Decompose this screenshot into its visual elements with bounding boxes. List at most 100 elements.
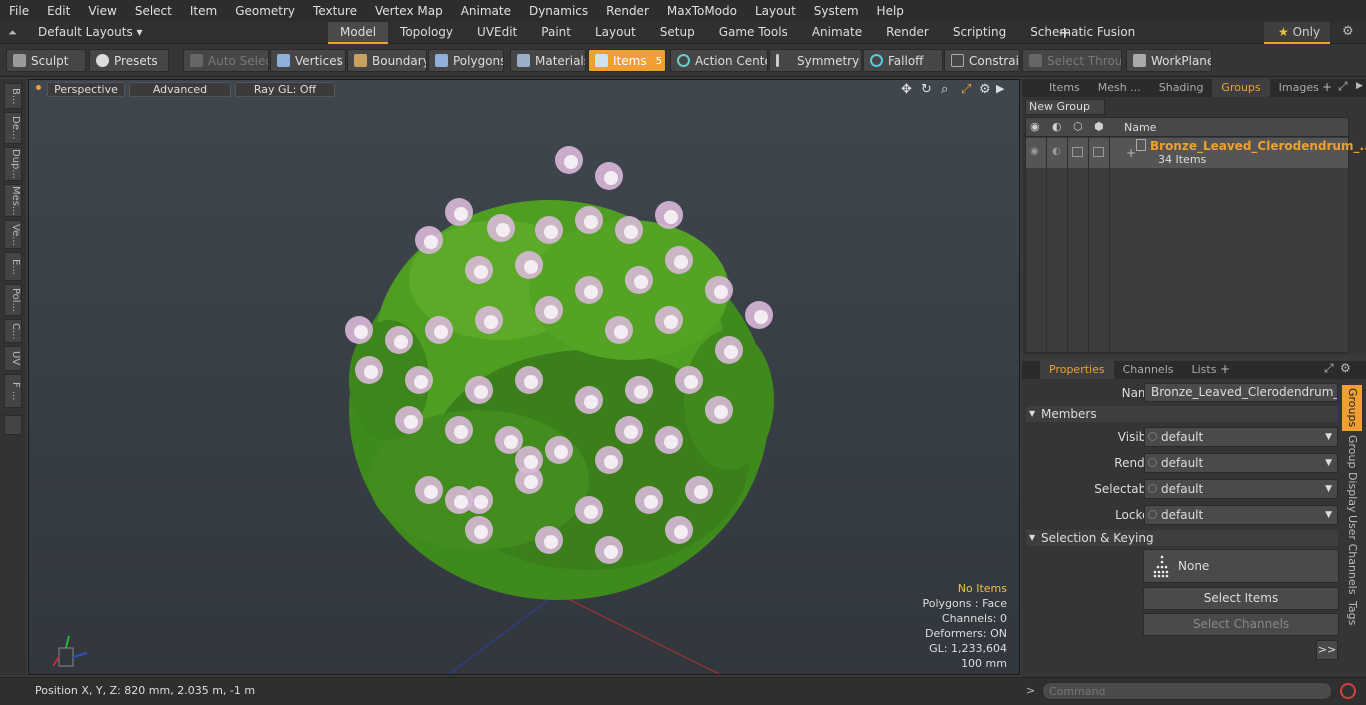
command-input[interactable] <box>1042 682 1332 700</box>
side-tab-group-display[interactable]: Group Display <box>1342 435 1362 513</box>
menu-item-layout[interactable]: Layout <box>746 4 805 18</box>
side-tab-tags[interactable]: Tags <box>1342 597 1362 629</box>
action-center-button[interactable]: Action Center <box>670 49 768 72</box>
menu-item-geometry[interactable]: Geometry <box>226 4 304 18</box>
row-render-icon[interactable]: ◐ <box>1052 146 1061 157</box>
left-tab-9[interactable]: UV <box>4 346 22 371</box>
menu-item-texture[interactable]: Texture <box>304 4 366 18</box>
add-tab-icon[interactable]: + <box>1058 23 1071 42</box>
select-icon[interactable]: ⬢ <box>1094 120 1104 133</box>
select-through-icon <box>1029 54 1042 67</box>
keying-none-button[interactable]: None <box>1143 549 1339 583</box>
left-tab-toggle[interactable] <box>4 415 22 435</box>
props-gear-icon[interactable]: ⚙ <box>1340 361 1351 375</box>
row-visible-icon[interactable]: ◉ <box>1030 146 1039 157</box>
only-toggle[interactable]: ★ Only <box>1264 22 1330 44</box>
gear-icon[interactable]: ⚙ <box>1342 24 1354 39</box>
select-items-button[interactable]: Select Items <box>1143 587 1339 610</box>
sculpt-button[interactable]: Sculpt <box>6 49 86 72</box>
group-row[interactable]: ◉ ◐ + Bronze_Leaved_Clerodendrum_... 34 … <box>1026 138 1366 168</box>
render-icon[interactable]: ◐ <box>1052 120 1062 133</box>
select-through-button[interactable]: Select Through <box>1022 49 1122 72</box>
left-tab-5[interactable]: Ve... <box>4 220 22 249</box>
tab-game-tools[interactable]: Game Tools <box>707 22 800 44</box>
props-tab-channels[interactable]: Channels <box>1114 361 1183 379</box>
panel-tab-items[interactable]: Items <box>1040 79 1089 97</box>
workplane-button[interactable]: WorkPlane <box>1126 49 1212 72</box>
vertices-button[interactable]: Vertices 1 <box>270 49 346 72</box>
auto-select-button[interactable]: Auto Select <box>183 49 269 72</box>
menu-item-system[interactable]: System <box>805 4 868 18</box>
panel-tab-shading[interactable]: Shading <box>1150 79 1213 97</box>
menu-item-help[interactable]: Help <box>868 4 913 18</box>
tab-paint[interactable]: Paint <box>529 22 583 44</box>
record-icon[interactable] <box>1340 683 1356 699</box>
members-section[interactable]: ▼ Members <box>1026 406 1338 422</box>
side-tab-user-channels[interactable]: User Channels <box>1342 515 1362 594</box>
left-tab-4[interactable]: Mes... <box>4 184 22 217</box>
new-group-button[interactable]: New Group <box>1025 99 1105 115</box>
row-lock-checkbox[interactable] <box>1072 147 1083 157</box>
panel-tab-images[interactable]: Images <box>1270 79 1328 97</box>
left-tab-7[interactable]: Pol... <box>4 284 22 316</box>
maximize-props-icon[interactable]: ⤢ <box>1324 361 1334 376</box>
layouts-dropdown[interactable]: Default Layouts ▾ <box>38 25 143 39</box>
boundary-button[interactable]: Boundary <box>347 49 427 72</box>
left-tab-6[interactable]: E... <box>4 252 22 281</box>
maximize-panel-icon[interactable]: ⤢ <box>1338 79 1348 94</box>
props-tab-properties[interactable]: Properties <box>1040 361 1114 379</box>
presets-button[interactable]: Presets <box>89 49 169 72</box>
menu-item-select[interactable]: Select <box>126 4 181 18</box>
items-button[interactable]: Items 5 <box>588 49 666 72</box>
side-tab-groups[interactable]: Groups <box>1342 385 1362 431</box>
row-select-checkbox[interactable] <box>1093 147 1104 157</box>
constraints-button[interactable]: Constrai... <box>944 49 1020 72</box>
selectable-dropdown[interactable]: default ▼ <box>1144 479 1338 499</box>
menu-item-animate[interactable]: Animate <box>452 4 520 18</box>
menu-item-maxtomodo[interactable]: MaxToModo <box>658 4 746 18</box>
left-tab-2[interactable]: De... <box>4 112 22 144</box>
more-button[interactable]: >> <box>1316 640 1338 660</box>
left-tab-8[interactable]: C... <box>4 319 22 343</box>
polygons-button[interactable]: Polygons <box>428 49 504 72</box>
left-tab-10[interactable]: F ... <box>4 374 22 408</box>
render-dropdown[interactable]: default ▼ <box>1144 453 1338 473</box>
materials-button[interactable]: Materials <box>510 49 586 72</box>
left-tab-1[interactable]: B... <box>4 83 22 109</box>
menu-item-vertex-map[interactable]: Vertex Map <box>366 4 452 18</box>
tab-topology[interactable]: Topology <box>388 22 465 44</box>
falloff-button[interactable]: Falloff <box>863 49 943 72</box>
expand-icon[interactable]: + <box>1126 146 1136 160</box>
menu-item-file[interactable]: File <box>0 4 38 18</box>
tab-schematic-fusion[interactable]: Schematic Fusion <box>1018 22 1147 44</box>
visible-dropdown[interactable]: default ▼ <box>1144 427 1338 447</box>
eye-icon[interactable]: ◉ <box>1030 120 1040 133</box>
name-field[interactable]: Bronze_Leaved_Clerodendrum_Flowe <box>1144 383 1338 402</box>
menu-item-view[interactable]: View <box>79 4 125 18</box>
tab-setup[interactable]: Setup <box>648 22 707 44</box>
menu-item-dynamics[interactable]: Dynamics <box>520 4 597 18</box>
star-icon: ★ <box>1278 25 1289 39</box>
left-tab-3[interactable]: Dup... <box>4 147 22 181</box>
3d-viewport[interactable]: Perspective Advanced Ray GL: Off ✥ ↻ ⌕ ⤢… <box>28 79 1020 675</box>
symmetry-button[interactable]: Symmetry <box>769 49 862 72</box>
menu-item-render[interactable]: Render <box>597 4 658 18</box>
panel-tab-groups[interactable]: Groups <box>1212 79 1270 97</box>
tab-animate[interactable]: Animate <box>800 22 874 44</box>
selection-keying-section[interactable]: ▼ Selection & Keying <box>1026 530 1338 546</box>
tab-model[interactable]: Model <box>328 22 389 44</box>
menu-item-item[interactable]: Item <box>181 4 226 18</box>
select-channels-button[interactable]: Select Channels <box>1143 613 1339 636</box>
lock-icon[interactable]: ⬡ <box>1073 120 1083 133</box>
add-props-tab-icon[interactable]: + <box>1220 362 1230 376</box>
tab-render[interactable]: Render <box>874 22 941 44</box>
locked-dropdown[interactable]: default ▼ <box>1144 505 1338 525</box>
panel-menu-arrow-icon[interactable]: ▶ <box>1356 81 1363 91</box>
add-panel-tab-icon[interactable]: + <box>1322 80 1332 94</box>
menu-item-edit[interactable]: Edit <box>38 4 79 18</box>
tab-layout[interactable]: Layout <box>583 22 648 44</box>
tab-uvedit[interactable]: UVEdit <box>465 22 529 44</box>
arrow-up-icon[interactable]: ⏶ <box>8 26 20 39</box>
tab-scripting[interactable]: Scripting <box>941 22 1018 44</box>
panel-tab-mesh[interactable]: Mesh ... <box>1089 79 1150 97</box>
